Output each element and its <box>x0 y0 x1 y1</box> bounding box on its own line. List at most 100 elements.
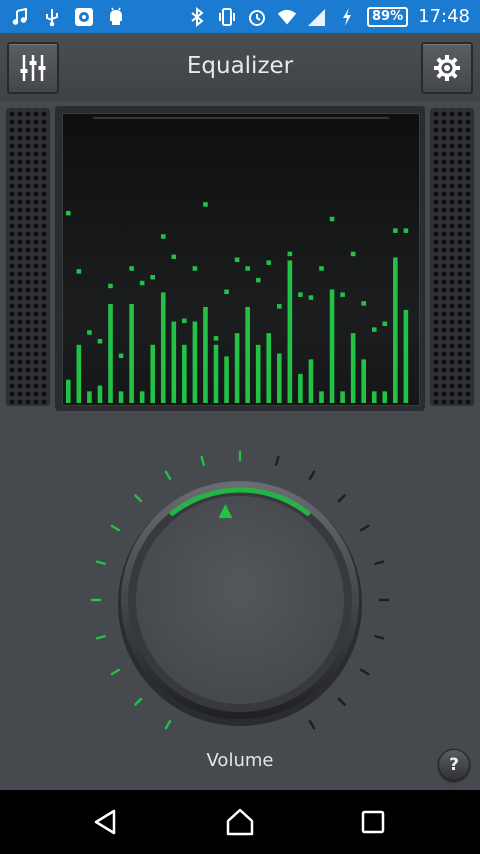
spectrum-bar <box>203 306 208 403</box>
spectrum-bar <box>245 306 250 403</box>
spectrum-bar <box>139 391 145 403</box>
spectrum-peak <box>287 251 293 257</box>
usb-icon <box>42 7 62 27</box>
home-icon <box>226 808 254 836</box>
spectrum-bar <box>329 289 335 403</box>
spectrum-peak <box>66 210 71 216</box>
spectrum-bar <box>97 385 103 403</box>
spectrum-peak <box>255 277 261 283</box>
bluetooth-icon <box>187 6 207 27</box>
spectrum-peak <box>319 266 324 271</box>
dial-knob[interactable] <box>136 496 344 704</box>
spectrum-peak <box>97 338 103 344</box>
spectrum-bar <box>150 344 155 403</box>
spectrum-peak <box>382 321 388 327</box>
status-bar: 89% 17:48 <box>0 0 480 33</box>
spectrum-peak <box>224 289 229 295</box>
spectrum-peak <box>182 318 187 324</box>
dial-tick <box>200 455 205 466</box>
spectrum-peak <box>371 327 377 332</box>
spectrum-peak <box>308 295 314 300</box>
spectrum-bar <box>308 359 314 403</box>
spectrum-peak <box>118 353 124 359</box>
recents-square-icon <box>361 810 385 834</box>
navigation-bar <box>0 790 480 854</box>
spectrum-peak <box>76 269 82 274</box>
dial-tick <box>134 494 143 503</box>
dial-tick <box>374 560 385 565</box>
signal-icon <box>307 7 327 27</box>
spectrum-peak <box>329 216 335 222</box>
dial-tick <box>360 668 370 676</box>
spectrum-bar <box>361 359 366 403</box>
spectrum-peak <box>361 301 366 306</box>
spectrum-bar <box>108 304 113 403</box>
alarm-icon <box>247 7 267 27</box>
spectrum-bar <box>224 356 229 403</box>
dial-tick <box>337 494 346 503</box>
spectrum-peak <box>234 257 240 262</box>
spectrum-peak <box>277 304 282 309</box>
back-button[interactable] <box>86 802 126 842</box>
spectrum-peak <box>150 274 155 280</box>
settings-gear-icon <box>434 55 460 81</box>
settings-button[interactable] <box>421 42 473 94</box>
spectrum-peak <box>139 280 145 286</box>
spectrum-bars <box>66 117 409 403</box>
home-button[interactable] <box>220 802 260 842</box>
spectrum-bar <box>87 391 92 403</box>
wifi-icon <box>277 7 297 27</box>
spectrum-peak <box>403 228 409 233</box>
spectrum-bar <box>66 379 71 403</box>
spectrum-peak <box>340 292 345 297</box>
spectrum-bar <box>234 333 240 403</box>
volume-dial[interactable] <box>0 430 480 740</box>
charging-icon <box>337 7 357 27</box>
clock: 17:48 <box>418 6 470 27</box>
vibrate-icon <box>217 7 237 27</box>
spectrum-bar <box>192 321 198 403</box>
battery-indicator: 89% <box>367 6 409 27</box>
spectrum-bar <box>266 333 272 403</box>
dial-tick <box>110 668 120 676</box>
spectrum-bar <box>319 391 324 403</box>
spectrum-peak <box>393 228 398 233</box>
spectrum-visualizer <box>62 113 420 406</box>
spectrum-bar <box>171 321 177 403</box>
help-button[interactable]: ? <box>438 749 470 781</box>
spectrum-peak <box>129 266 134 271</box>
spectrum-bar <box>160 292 166 403</box>
spectrum-peak <box>160 234 166 239</box>
app-notification-icon <box>74 7 94 27</box>
recents-button[interactable] <box>353 802 393 842</box>
spectrum-peak <box>298 292 303 297</box>
dial-tick <box>110 524 120 532</box>
dial-tick <box>95 560 106 565</box>
spectrum-peak <box>171 254 177 260</box>
spectrum-bar <box>393 257 398 403</box>
spectrum-peak <box>350 251 356 257</box>
dial-tick <box>337 697 346 706</box>
spectrum-bar <box>129 304 134 403</box>
dial-tick <box>164 720 172 730</box>
spectrum-bar <box>255 344 261 403</box>
dial-tick <box>134 697 143 706</box>
dial-tick <box>275 455 280 466</box>
dial-tick <box>95 635 106 640</box>
spectrum-peak <box>192 266 198 271</box>
music-note-icon <box>10 7 30 27</box>
spectrum-bar <box>350 333 356 403</box>
spectrum-peak <box>266 260 272 265</box>
spectrum-bar <box>371 391 377 403</box>
back-triangle-icon <box>94 809 116 835</box>
spectrum-bar <box>287 260 293 403</box>
page-title: Equalizer <box>186 53 294 79</box>
spectrum-bar <box>298 373 303 403</box>
spectrum-peak <box>87 330 92 335</box>
app-bar: Equalizer <box>0 33 480 101</box>
speaker-grille-right <box>430 108 474 406</box>
dial-tick <box>308 470 316 480</box>
dial-tick <box>360 524 370 532</box>
spectrum-bar <box>213 344 219 403</box>
spectrum-bar <box>118 391 124 403</box>
